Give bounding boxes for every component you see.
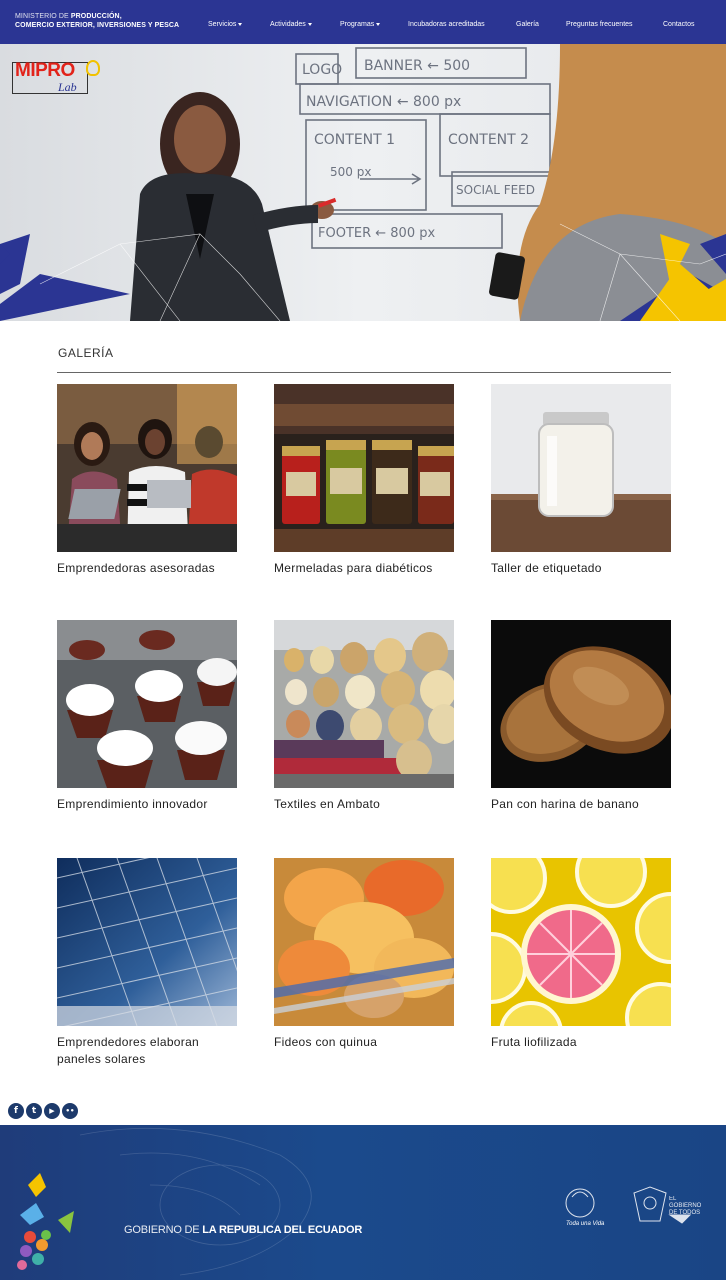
- toda-una-vida-logo[interactable]: Toda una Vida: [566, 1221, 604, 1227]
- whiteboard-logo: LOGO: [302, 62, 342, 78]
- gov-bold-text: LA REPUBLICA DEL ECUADOR: [202, 1224, 363, 1236]
- nav-label: Actividades: [270, 21, 306, 28]
- ministry-line2: COMERCIO EXTERIOR, INVERSIONES Y PESCA: [15, 22, 180, 29]
- gallery-card[interactable]: Mermeladas para diabéticos: [274, 384, 454, 577]
- gallery-image[interactable]: [57, 858, 237, 1026]
- nav-item-servicios[interactable]: Servicios: [208, 21, 243, 28]
- nav-item-actividades[interactable]: Actividades: [270, 21, 312, 28]
- gobierno-line2: GOBIERNO: [669, 1203, 702, 1209]
- youtube-icon[interactable]: ▶: [44, 1103, 60, 1119]
- logo-mipro-text: MIPRO: [15, 60, 75, 81]
- gobierno-line3: DE TODOS: [669, 1210, 701, 1216]
- gallery-card[interactable]: Emprendedores elaboran paneles solares: [57, 858, 237, 1068]
- gallery-caption: Fideos con quinua: [274, 1035, 378, 1049]
- lightbulb-icon: [86, 60, 100, 76]
- gallery-caption: Emprendimiento innovador: [57, 797, 208, 811]
- gallery-card[interactable]: Taller de etiquetado: [491, 384, 671, 577]
- hero-illustration: LOGO BANNER ← 500 NAVIGATION ← 800 px CO…: [0, 44, 726, 321]
- hero-banner: LOGO BANNER ← 500 NAVIGATION ← 800 px CO…: [0, 44, 726, 321]
- social-links: f t ▶ ••: [8, 1103, 78, 1119]
- nav-label: Programas: [340, 21, 375, 28]
- facebook-icon[interactable]: f: [8, 1103, 24, 1119]
- chevron-down-icon: [376, 22, 381, 26]
- ministry-title[interactable]: MINISTERIO DE PRODUCCIÓN, COMERCIO EXTER…: [15, 12, 179, 30]
- gallery-image[interactable]: [491, 858, 671, 1026]
- nav-label: Incubadoras acreditadas: [408, 21, 485, 28]
- whiteboard-footer: FOOTER ← 800 px: [318, 226, 435, 241]
- logo-lab-text: Lab: [58, 80, 77, 94]
- twitter-icon[interactable]: t: [26, 1103, 42, 1119]
- gallery-caption: Emprendedoras asesoradas: [57, 561, 215, 575]
- gallery-caption: Fruta liofilizada: [491, 1035, 577, 1049]
- chevron-down-icon: [307, 22, 312, 26]
- gallery-caption: Textiles en Ambato: [274, 797, 381, 811]
- gallery-caption: Emprendedores elaboran paneles solares: [57, 1035, 200, 1066]
- gallery-card[interactable]: Emprendedoras asesoradas: [57, 384, 237, 577]
- nav-item-preguntas[interactable]: Preguntas frecuentes: [566, 21, 633, 28]
- gallery-image[interactable]: [57, 384, 237, 552]
- gallery-image[interactable]: [274, 620, 454, 788]
- nav-label: Preguntas frecuentes: [566, 21, 633, 28]
- gallery-caption: Pan con harina de banano: [491, 797, 639, 811]
- ministry-line1-bold: PRODUCCIÓN,: [70, 13, 122, 20]
- nav-item-contactos[interactable]: Contactos: [663, 21, 695, 28]
- gallery-caption: Taller de etiquetado: [491, 561, 602, 575]
- gallery-title: GALERÍA: [58, 346, 114, 360]
- chevron-down-icon: [238, 22, 243, 26]
- gallery-card[interactable]: Emprendimiento innovador: [57, 620, 237, 813]
- gallery-image[interactable]: [491, 384, 671, 552]
- whiteboard-content2: CONTENT 2: [448, 132, 529, 148]
- top-navigation-bar: MINISTERIO DE PRODUCCIÓN, COMERCIO EXTER…: [0, 0, 726, 44]
- gallery-divider: [57, 372, 671, 373]
- gallery-card[interactable]: Textiles en Ambato: [274, 620, 454, 813]
- nav-label: Servicios: [208, 21, 237, 28]
- gallery-image[interactable]: [274, 384, 454, 552]
- nav-item-incubadoras[interactable]: Incubadoras acreditadas: [408, 21, 485, 28]
- gobierno-line1: EL: [669, 1196, 677, 1202]
- whiteboard-content1: CONTENT 1: [314, 132, 395, 148]
- whiteboard-socialfeed: SOCIAL FEED: [456, 183, 535, 197]
- gallery-caption: Mermeladas para diabéticos: [274, 561, 433, 575]
- gallery-card[interactable]: Fideos con quinua: [274, 858, 454, 1051]
- gallery-card[interactable]: Fruta liofilizada: [491, 858, 671, 1051]
- gallery-image[interactable]: [274, 858, 454, 1026]
- ministry-line1-thin: MINISTERIO DE: [15, 13, 69, 20]
- gallery-card[interactable]: Pan con harina de banano: [491, 620, 671, 813]
- whiteboard-500px: 500 px: [330, 165, 371, 179]
- site-footer: GOBIERNO DE LA REPUBLICA DEL ECUADOR Tod…: [0, 1125, 726, 1280]
- nav-item-galeria[interactable]: Galería: [516, 21, 539, 28]
- whiteboard-navigation: NAVIGATION ← 800 px: [306, 94, 461, 110]
- mipro-lab-logo[interactable]: MIPRO Lab: [12, 60, 100, 100]
- nav-item-programas[interactable]: Programas: [340, 21, 381, 28]
- flickr-icon[interactable]: ••: [62, 1103, 78, 1119]
- gov-thin-text: GOBIERNO DE: [124, 1224, 203, 1236]
- nav-label: Contactos: [663, 21, 695, 28]
- gobierno-de-todos-logo[interactable]: EL GOBIERNO DE TODOS: [669, 1196, 701, 1217]
- nav-label: Galería: [516, 21, 539, 28]
- footer-background-art: [17, 1127, 692, 1276]
- whiteboard-banner: BANNER ← 500: [364, 58, 470, 74]
- government-title[interactable]: GOBIERNO DE LA REPUBLICA DEL ECUADOR: [124, 1224, 362, 1236]
- gallery-image[interactable]: [491, 620, 671, 788]
- gallery-image[interactable]: [57, 620, 237, 788]
